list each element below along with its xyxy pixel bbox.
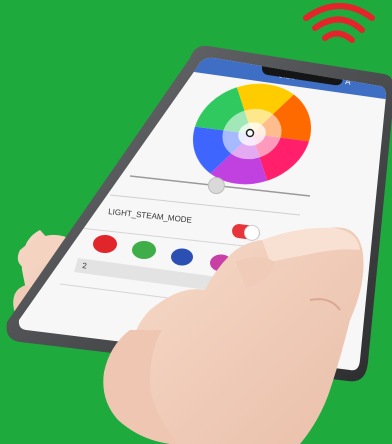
green-swatch[interactable] xyxy=(132,241,156,259)
red-swatch[interactable] xyxy=(93,235,117,253)
color-picker-handle[interactable] xyxy=(245,128,255,138)
brightness-slider-thumb[interactable] xyxy=(207,177,225,195)
photo-scene: 8:18 A LIGHT_STEAM_MODE xyxy=(0,0,392,444)
blue-swatch[interactable] xyxy=(171,248,193,266)
